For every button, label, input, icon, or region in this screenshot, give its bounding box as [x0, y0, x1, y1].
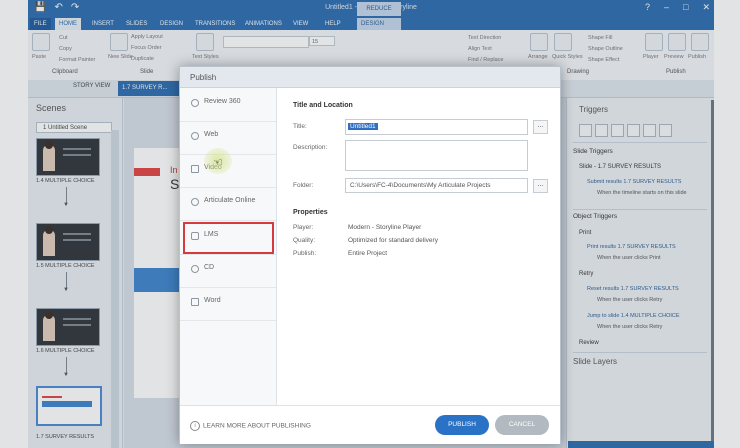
globe-icon: [191, 132, 199, 140]
title-options-button[interactable]: ...: [533, 120, 548, 134]
folder-label: Folder:: [293, 182, 314, 189]
player-value-link[interactable]: Modern - Storyline Player: [348, 224, 421, 231]
cloud-icon: [191, 198, 199, 206]
dialog-footer: i LEARN MORE ABOUT PUBLISHING PUBLISH CAN…: [180, 405, 560, 444]
learn-more-text: LEARN MORE ABOUT PUBLISHING: [203, 422, 311, 430]
nav-web[interactable]: Web: [180, 121, 276, 155]
publish-button[interactable]: PUBLISH: [435, 415, 489, 435]
dialog-title-bar: Publish: [180, 67, 560, 88]
publish-dialog: Publish Review 360 Web Video Articulate …: [179, 66, 561, 444]
document-icon: [191, 298, 199, 306]
lms-highlight-box: [183, 222, 274, 254]
nav-cd[interactable]: CD: [180, 254, 276, 288]
properties-heading: Properties: [293, 209, 328, 216]
quality-value-link[interactable]: Optimized for standard delivery: [348, 237, 438, 244]
folder-input[interactable]: C:\Users\FC-4\Documents\My Articulate Pr…: [345, 178, 528, 193]
cd-icon: [191, 265, 199, 273]
title-location-heading: Title and Location: [293, 102, 353, 109]
review-icon: [191, 99, 199, 107]
dialog-title: Publish: [190, 73, 217, 82]
nav-label: Word: [204, 297, 221, 304]
mouse-cursor-icon: ☜: [213, 157, 223, 169]
info-icon: i: [190, 421, 200, 431]
nav-label: Web: [204, 131, 219, 138]
quality-label: Quality:: [293, 237, 316, 244]
nav-articulate-online[interactable]: Articulate Online: [180, 187, 276, 221]
publish-scope-value-link[interactable]: Entire Project: [348, 250, 387, 257]
nav-word[interactable]: Word: [180, 287, 276, 321]
description-input[interactable]: [345, 140, 528, 171]
video-icon: [191, 165, 199, 173]
description-label: Description:: [293, 144, 328, 151]
learn-more-link[interactable]: i LEARN MORE ABOUT PUBLISHING: [190, 421, 311, 431]
cancel-button[interactable]: CANCEL: [495, 415, 549, 435]
title-label: Title:: [293, 123, 307, 130]
player-label: Player:: [293, 224, 314, 231]
publish-scope-label: Publish:: [293, 250, 317, 257]
title-input[interactable]: Untitled1: [345, 119, 528, 135]
nav-label: Articulate Online: [204, 197, 256, 204]
nav-label: CD: [204, 264, 215, 271]
browse-folder-button[interactable]: ...: [533, 179, 548, 193]
nav-label: Review 360: [204, 98, 241, 105]
nav-review-360[interactable]: Review 360: [180, 88, 276, 122]
title-input-value: Untitled1: [348, 123, 378, 130]
